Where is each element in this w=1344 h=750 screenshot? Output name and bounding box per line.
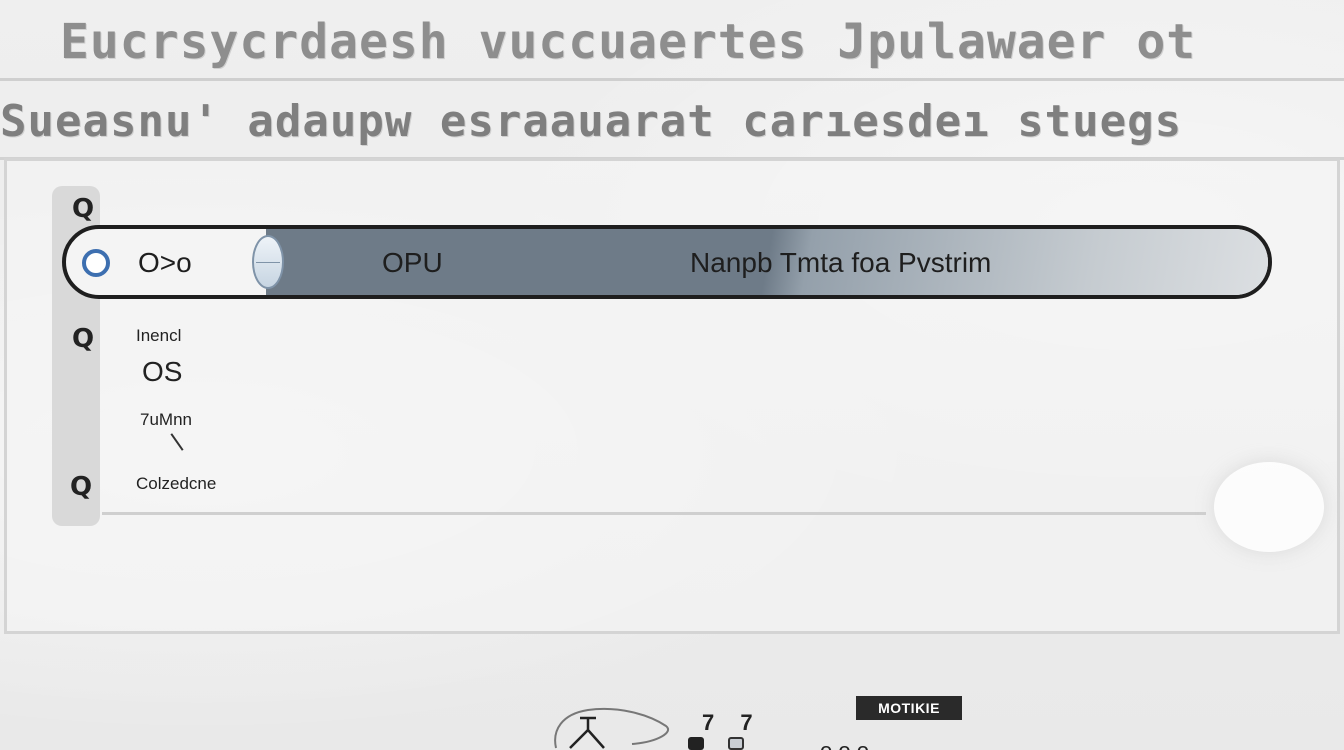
q-icon[interactable]: Q	[68, 324, 98, 354]
page-title: Eucrsycrdaesh vuccuaertes Jpulawaer ot	[60, 14, 1197, 70]
progress-start-value: O>o	[138, 247, 192, 278]
q-icon[interactable]: Q	[66, 472, 96, 502]
footer-digits: 7 7	[702, 710, 763, 735]
field-label-3: Colzedcne	[136, 474, 217, 493]
chip-icon	[688, 737, 704, 750]
field-value-1: OS	[142, 356, 183, 387]
sketch-icon	[554, 707, 669, 749]
progress-label: Nanpb Tmta foa Pvstrim	[690, 247, 992, 278]
field-label-1: Inencl	[136, 326, 182, 345]
q-icon[interactable]: Q	[68, 194, 98, 224]
decorative-blob	[1214, 462, 1324, 552]
field-label-2: 7uMnn	[140, 410, 192, 429]
status-badge: MOTIKIE	[856, 696, 962, 720]
title-divider	[0, 78, 1344, 81]
page-subtitle: Sueasnu' adaupw esraauarat carıesdeı stu…	[0, 96, 1183, 147]
panel-divider	[102, 512, 1206, 515]
progress-mid-value: OPU	[382, 247, 443, 278]
slider-handle[interactable]	[252, 235, 284, 289]
radio-button[interactable]	[82, 249, 110, 277]
footer-tail: o o o	[820, 738, 869, 750]
progress-slider[interactable]: O>o OPU Nanpb Tmta foa Pvstrim	[62, 225, 1272, 299]
chip-icon	[728, 737, 744, 750]
